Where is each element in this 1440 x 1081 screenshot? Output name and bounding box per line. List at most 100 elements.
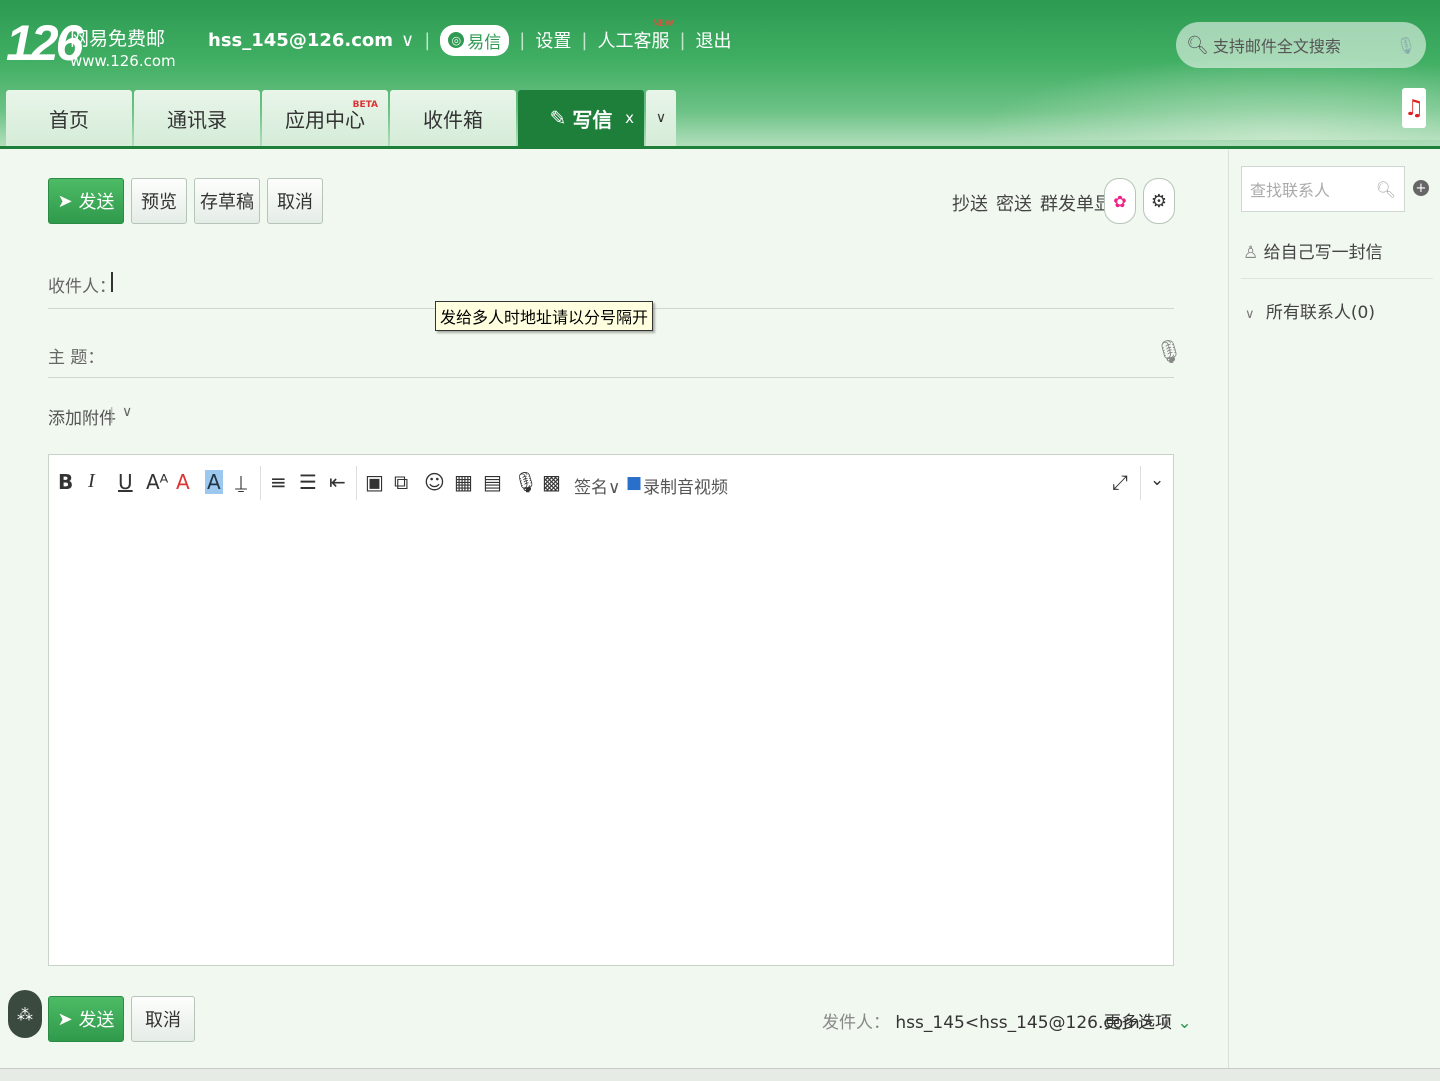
image-icon[interactable]: ▣ [365, 470, 384, 494]
record-video-link[interactable]: 录制音视频 [643, 473, 728, 498]
qrcode-icon[interactable]: ▩ [542, 470, 561, 494]
send-label: 发送 [78, 1010, 115, 1031]
tabs-more-button[interactable]: ∨ [646, 90, 676, 146]
toolbar-separator [1140, 466, 1141, 500]
font-color-button[interactable]: A [176, 470, 190, 494]
tab-apps[interactable]: 应用中心 BETA [262, 90, 388, 146]
write-to-self-link[interactable]: ♙ 给自己写一封信 [1243, 238, 1383, 263]
search-icon[interactable]: 🔍︎ [1376, 180, 1396, 199]
cancel-button[interactable]: 取消 [267, 178, 323, 224]
attach-divider: | [109, 404, 115, 423]
sender-label: 发件人： [822, 1013, 890, 1033]
tab-label: 收件箱 [423, 107, 483, 132]
to-tooltip: 发给多人时地址请以分号隔开 [435, 301, 654, 331]
footer-send-button[interactable]: ➤ 发送 [48, 996, 124, 1042]
music-icon[interactable]: ♫ [1402, 88, 1426, 128]
all-contacts-group[interactable]: ∨ 所有联系人(0) [1245, 298, 1375, 323]
tab-home[interactable]: 首页 [6, 90, 132, 146]
beta-badge: BETA [352, 100, 378, 110]
video-camera-icon[interactable]: ■ [626, 473, 642, 493]
paper-plane-icon: ➤ [57, 190, 73, 212]
write-to-self-label: 给自己写一封信 [1263, 243, 1383, 263]
tab-label: 通讯录 [167, 107, 227, 132]
bold-button[interactable]: B [58, 470, 73, 494]
logout-link[interactable]: 退出 [696, 27, 732, 53]
message-editor[interactable] [48, 454, 1174, 966]
all-contacts-label: 所有联系人(0) [1265, 303, 1376, 323]
italic-button[interactable]: I [88, 470, 95, 493]
contacts-panel: 查找联系人 🔍︎ + ♙ 给自己写一封信 ∨ 所有联系人(0) [1228, 150, 1440, 1080]
header: 126 网易免费邮 www.126.com hss_145@126.com ∨ … [0, 0, 1440, 148]
tab-contacts[interactable]: 通讯录 [134, 90, 260, 146]
contact-search-input[interactable]: 查找联系人 🔍︎ [1241, 166, 1405, 212]
logo-name: 网易免费邮 [70, 28, 166, 50]
expand-icon[interactable]: ⤢ [1112, 470, 1128, 494]
close-icon[interactable]: x [625, 109, 634, 127]
screenshot-icon[interactable]: ⧉ [394, 470, 408, 494]
voice-input-icon[interactable]: 🎙︎ [1155, 340, 1183, 365]
bcc-link[interactable]: 密送 [996, 190, 1032, 216]
send-button[interactable]: ➤ 发送 [48, 178, 124, 224]
emoji-icon[interactable]: ☺ [424, 470, 445, 494]
send-label: 发送 [78, 192, 115, 213]
background-color-button[interactable]: A [205, 470, 223, 494]
search-placeholder: 支持邮件全文搜索 [1212, 37, 1341, 56]
app-launcher-icon[interactable]: ⁂ [8, 990, 42, 1038]
nav-divider: | [424, 29, 431, 51]
person-icon: ♙ [1243, 243, 1259, 263]
footer-cancel-button[interactable]: 取消 [131, 996, 195, 1042]
align-icon[interactable]: ≡ [270, 470, 287, 494]
save-draft-button[interactable]: 存草稿 [194, 178, 260, 224]
mail-search-input[interactable]: 🔍︎ 支持邮件全文搜索 🎙︎ [1176, 22, 1426, 68]
cc-link[interactable]: 抄送 [952, 190, 988, 216]
preview-button[interactable]: 预览 [131, 178, 187, 224]
logo-url: www.126.com [70, 52, 176, 70]
tab-bar: 首页 通讯录 应用中心 BETA 收件箱 ✎ 写信 x ∨ [6, 90, 678, 146]
tab-compose[interactable]: ✎ 写信 x [518, 90, 644, 146]
yixin-icon: ◎ [448, 32, 465, 48]
template-icon[interactable]: ▦ [454, 470, 473, 494]
nav-divider: | [581, 29, 588, 51]
to-input[interactable] [111, 272, 113, 292]
contact-search-placeholder: 查找联系人 [1250, 181, 1331, 200]
attachment-dropdown-icon[interactable]: ∨ [122, 404, 132, 420]
search-icon: 🔍︎ [1186, 34, 1209, 56]
account-name[interactable]: hss_145@126.com [208, 30, 393, 51]
yixin-button[interactable]: ◎ 易信 [440, 24, 510, 56]
settings-link[interactable]: 设置 [535, 27, 571, 53]
font-size-button[interactable]: Aᴬ [146, 470, 168, 494]
paper-plane-icon: ➤ [57, 1008, 73, 1030]
gear-icon[interactable]: ⚙ [1143, 178, 1175, 224]
header-divider [0, 146, 1440, 149]
panel-divider [1241, 278, 1433, 279]
to-label: 收件人： [48, 277, 116, 297]
list-icon[interactable]: ☰ [299, 470, 317, 494]
tab-inbox[interactable]: 收件箱 [390, 90, 516, 146]
taskbar-strip [0, 1068, 1440, 1081]
nav-divider: | [679, 29, 686, 51]
collapse-toolbar-icon[interactable]: ⌄ [1150, 470, 1164, 490]
indent-icon[interactable]: ⇤ [329, 470, 346, 494]
account-dropdown-icon[interactable]: ∨ [401, 30, 414, 51]
add-contact-icon[interactable]: + [1413, 180, 1429, 196]
subject-field-underline [48, 377, 1174, 378]
service-link[interactable]: 人工客服 NEW [597, 19, 673, 53]
more-options-label: 更多选项 [1104, 1013, 1172, 1033]
add-attachment-link[interactable]: 添加附件 [48, 404, 116, 429]
signature-dropdown[interactable]: 签名∨ [574, 473, 620, 498]
format-brush-icon[interactable]: ⍊ [235, 470, 247, 494]
tab-label: 首页 [49, 107, 89, 132]
chevron-down-icon: ∨ [1245, 307, 1255, 322]
toolbar-separator [356, 466, 357, 500]
more-options-link[interactable]: 更多选项 ⌄ [1104, 1008, 1192, 1033]
microphone-icon[interactable]: 🎙︎ [1396, 36, 1416, 55]
underline-button[interactable]: U [118, 470, 133, 494]
double-chevron-icon: ⌄ [1177, 1013, 1192, 1033]
subject-label: 主 题： [48, 348, 105, 368]
stationery-icon[interactable]: ✿ [1104, 178, 1136, 224]
new-badge: NEW [652, 19, 674, 29]
group-send-link[interactable]: 群发单显 [1040, 190, 1112, 216]
microphone-icon[interactable]: 🎙︎ [513, 470, 538, 494]
calendar-icon[interactable]: ▤ [483, 470, 502, 494]
toolbar-separator [260, 466, 261, 500]
